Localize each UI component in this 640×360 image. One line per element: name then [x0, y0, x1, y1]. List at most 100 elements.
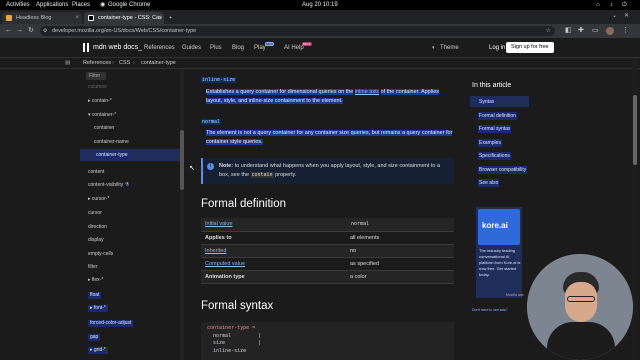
sidebar-item-container-group[interactable]: ▾ container-* — [88, 112, 116, 119]
experimental-icon: ⚗ — [124, 182, 130, 188]
computed-value-link[interactable]: Computed value — [205, 261, 245, 267]
contain-link[interactable]: contain — [250, 172, 274, 178]
close-tab-icon[interactable]: × — [75, 12, 79, 24]
mdn-logo[interactable]: mdn web docs_ — [93, 44, 142, 51]
breadcrumb-current[interactable]: container-type — [141, 58, 176, 69]
toc-item-specifications[interactable]: Specifications — [478, 152, 511, 160]
bookmark-star-icon[interactable]: ☆ — [546, 26, 551, 36]
sidebar-item-float[interactable]: float — [88, 292, 102, 299]
page-scrollbar-thumb[interactable] — [633, 95, 637, 165]
sidebar-scrollbar-thumb[interactable] — [180, 130, 184, 190]
close-tab-icon[interactable]: × — [157, 12, 161, 24]
note-callout: i Note: to understand what happens when … — [201, 158, 454, 184]
back-icon[interactable]: ← — [5, 26, 12, 36]
toc-item-see-also[interactable]: See also — [478, 179, 500, 187]
sidebar-scrollbar[interactable] — [180, 69, 184, 360]
nav-references[interactable]: References — [144, 44, 175, 52]
applies-to-label: Applies to — [205, 234, 232, 241]
theme-button[interactable]: Theme — [440, 44, 459, 52]
sidebar-item-empty-cells[interactable]: empty-cells — [88, 251, 113, 258]
address-bar[interactable]: ⚙ developer.mozilla.org/en-US/docs/Web/C… — [40, 26, 555, 36]
nav-plus[interactable]: Plus — [210, 44, 222, 52]
network-icon[interactable]: ⌂ — [596, 1, 600, 9]
mouse-cursor-icon: ↖ — [189, 165, 195, 172]
volume-icon[interactable]: ♪ — [610, 1, 613, 9]
sidebar-item-columns[interactable]: columns — [88, 84, 107, 91]
breadcrumb-css[interactable]: CSS — [119, 58, 130, 69]
new-tab-button[interactable]: + — [166, 12, 178, 24]
active-app-label[interactable]: Google Chrome — [108, 1, 150, 9]
sidebar-item-content-visibility[interactable]: content-visibility ⚗ — [88, 182, 129, 189]
nav-play[interactable]: Play — [254, 44, 266, 52]
sidebar-item-grid-group[interactable]: ▸ grid-* — [88, 347, 108, 354]
forward-icon[interactable]: → — [16, 26, 23, 36]
sidebar-item-container-type[interactable]: container-type — [94, 152, 130, 159]
inline-axis-link[interactable]: inline axis — [354, 89, 380, 95]
sidebar-item-container[interactable]: container — [94, 125, 115, 132]
tab-search-icon[interactable]: ⌄ — [612, 12, 617, 19]
browser-toolbar: ← → ↻ ⚙ developer.mozilla.org/en-US/docs… — [0, 24, 640, 38]
inline-size-term: inline-size — [201, 77, 237, 83]
toc-item-syntax[interactable]: Syntax — [478, 98, 496, 106]
inherited-link[interactable]: Inherited — [205, 248, 226, 254]
sidebar-item-forced-color-adjust[interactable]: forced-color-adjust — [88, 320, 134, 327]
sidebar-item-filter[interactable]: filter — [88, 264, 97, 271]
info-icon: i — [207, 163, 214, 170]
signup-button[interactable]: Sign up for free — [506, 42, 554, 53]
sidebar-item-font-group[interactable]: ▸ font-* — [88, 305, 108, 312]
breadcrumb-references[interactable]: References — [83, 58, 111, 69]
initial-value-link[interactable]: Initial value — [205, 221, 233, 227]
sponsored-ad[interactable]: kore.ai The industry leading conversatio… — [476, 207, 524, 298]
extensions-puzzle-icon[interactable]: ✚ — [578, 26, 584, 36]
sidebar-item-content[interactable]: content — [88, 169, 104, 176]
breadcrumb-separator-icon: › — [133, 60, 135, 66]
power-icon[interactable]: ⏻ — [622, 1, 627, 9]
sidebar-item-cursor[interactable]: cursor — [88, 210, 102, 217]
close-window-icon[interactable]: ✕ — [624, 12, 629, 19]
computed-value: as specified — [350, 261, 380, 268]
activities-button[interactable]: Activities — [6, 1, 30, 9]
toc-item-browser-compatibility[interactable]: Browser compatibility — [478, 166, 528, 174]
sidebar-item-flex-group[interactable]: ▸ flex-* — [88, 277, 103, 284]
nav-ai-help[interactable]: AI Help — [284, 44, 304, 52]
places-menu[interactable]: Places — [72, 1, 90, 9]
tab-container-type[interactable]: container-type - CSS: Cas × — [84, 12, 164, 24]
url-text: developer.mozilla.org/en-US/docs/Web/CSS… — [52, 28, 197, 34]
sidebar-item-cursor-group[interactable]: ▸ cursor-* — [88, 196, 109, 203]
formal-definition-table: Initial value normal Applies to all elem… — [201, 218, 454, 285]
sidebar-item-direction[interactable]: direction — [88, 224, 107, 231]
mdn-header: mdn web docs_ References Guides Plus Blo… — [0, 38, 640, 58]
clock[interactable]: Aug 20 10:19 — [302, 1, 338, 9]
formal-definition-heading: Formal definition — [201, 198, 287, 210]
browser-menu-icon[interactable]: ⋮ — [622, 26, 629, 36]
sidepanel-icon[interactable]: ▭ — [592, 26, 599, 36]
sidebar-item-container-name[interactable]: container-name — [94, 139, 129, 146]
sidebar-item-contain-group[interactable]: ▸ contain-* — [88, 98, 112, 105]
site-info-icon[interactable]: ⚙ — [43, 26, 47, 36]
toc-item-formal-definition[interactable]: Formal definition — [478, 112, 517, 120]
tab-headless-blog[interactable]: Headless Blog × — [2, 12, 82, 24]
reload-icon[interactable]: ↻ — [28, 26, 34, 36]
theme-icon[interactable]: ◐ — [432, 44, 436, 52]
code-line: container-type = — [207, 325, 256, 331]
toc-item-formal-syntax[interactable]: Formal syntax — [478, 125, 512, 133]
breadcrumb-separator-icon: › — [112, 60, 114, 66]
code-line: normal | — [207, 332, 262, 339]
profile-avatar[interactable] — [606, 27, 614, 35]
login-link[interactable]: Log in — [489, 44, 505, 52]
sidebar-toggle-icon[interactable]: ▤ — [65, 58, 70, 69]
sidebar-item-gap[interactable]: gap — [88, 334, 101, 341]
remove-ads-link[interactable]: Don't want to see ads? — [472, 308, 508, 312]
nav-blog[interactable]: Blog — [232, 44, 244, 52]
filter-placeholder: Filter — [89, 73, 101, 79]
inherited-value: no — [350, 247, 357, 254]
sidebar-filter-input[interactable]: Filter — [86, 72, 106, 80]
code-line: size | — [207, 340, 262, 346]
applications-menu[interactable]: Applications — [36, 1, 68, 9]
toc-item-examples[interactable]: Examples — [478, 139, 502, 147]
animation-type-label: Animation type — [205, 274, 245, 281]
nav-guides[interactable]: Guides — [182, 44, 201, 52]
sidebar-item-display[interactable]: display — [88, 237, 104, 244]
extension-icon[interactable]: ◧ — [565, 26, 572, 36]
table-row: Applies to all elements — [201, 231, 454, 245]
